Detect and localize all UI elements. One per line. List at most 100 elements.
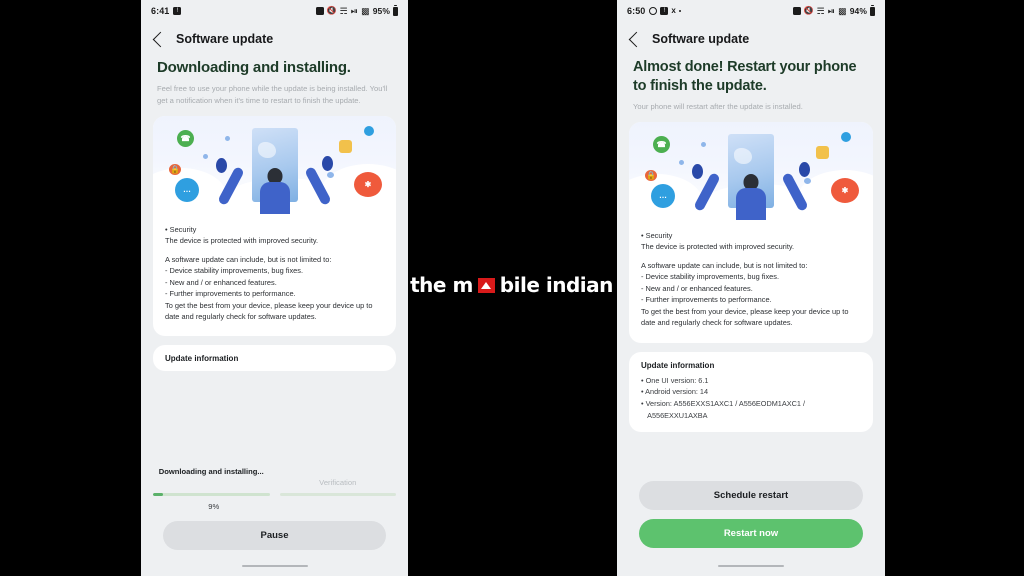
info-line-oneui: • One UI version: 6.1 [641, 375, 709, 385]
release-notes-card: ☎ 🔒 … ✱ • Security The device is protect… [629, 121, 873, 343]
progress-step-2-label: Verification [319, 478, 357, 487]
home-gesture-pill[interactable] [241, 564, 308, 568]
release-notes-card: ☎ 🔒 … ✱ • Security The device is protect… [153, 115, 396, 337]
settings-bubble-icon [364, 125, 374, 136]
notification-square-icon: ! [660, 7, 669, 15]
battery-percent: 94% [849, 6, 867, 16]
status-right-icons: 🔇 ☴ ⏯ ▩ 94% [792, 5, 875, 16]
notes-item: - New and / or enhanced features. [165, 277, 277, 287]
restart-now-button[interactable]: Restart now [639, 519, 863, 548]
gallery-icon [816, 145, 829, 159]
status-time: 6:41 [151, 6, 170, 16]
gallery-icon [339, 139, 352, 153]
progress-percent: 9% [208, 502, 220, 511]
pause-button[interactable]: Pause [163, 521, 386, 550]
notes-intro: A software update can include, but is no… [165, 254, 332, 264]
progress-section: Downloading and installing... Verificati… [141, 467, 408, 511]
battery-icon [870, 5, 875, 16]
action-buttons: Pause [141, 521, 408, 550]
notification-square-icon: ! [173, 7, 182, 15]
status-left-icons: ! [173, 7, 182, 15]
page-title: Almost done! Restart your phone to finis… [633, 59, 857, 94]
progress-bar-2 [279, 493, 396, 496]
release-notes-text: • Security The device is protected with … [629, 220, 873, 343]
hand-right-graphic [321, 155, 333, 171]
watermark: the m bile indian [409, 262, 614, 308]
notes-item: - Further improvements to performance. [165, 289, 296, 299]
progress-step-1-label: Downloading and installing... [158, 467, 264, 476]
mute-icon: 🔇 [803, 6, 814, 15]
chat-bubble-icon: … [175, 177, 199, 202]
hand-left-graphic [692, 163, 704, 179]
notes-outro: To get the best from your device, please… [641, 306, 849, 328]
asterisk-icon: ✱ [831, 177, 859, 203]
release-notes-text: • Security The device is protected with … [153, 214, 396, 337]
phone-call-icon: ☎ [653, 135, 670, 153]
security-text: The device is protected with improved se… [165, 236, 319, 246]
page-title: Downloading and installing. [157, 59, 351, 76]
hero-section: Almost done! Restart your phone to finis… [617, 52, 885, 113]
info-line-android: • Android version: 14 [641, 387, 709, 397]
dot-graphic [804, 177, 811, 184]
status-left-icons: ! x [649, 7, 682, 15]
app-bar-title: Software update [176, 32, 274, 46]
status-time: 6:50 [627, 6, 646, 16]
mute-icon: 🔇 [326, 6, 337, 15]
update-illustration: ☎ 🔒 … ✱ [153, 115, 396, 214]
battery-icon [393, 5, 398, 16]
progress-labels: Downloading and installing... Verificati… [153, 467, 396, 489]
person-body-graphic [259, 181, 290, 214]
status-bar: 6:41 ! 🔇 ☴ ⏯ ▩ 95% [141, 0, 408, 22]
settings-bubble-icon [841, 131, 851, 142]
notes-item: - New and / or enhanced features. [641, 283, 753, 293]
status-bar: 6:50 ! x 🔇 ☴ ⏯ ▩ 94% [617, 0, 885, 22]
progress-bar-1 [153, 493, 270, 496]
watermark-text-part1: the m [410, 273, 473, 297]
progress-bars [153, 493, 396, 496]
back-icon[interactable] [628, 31, 645, 47]
wifi-icon: ☴ [816, 5, 825, 16]
dot-graphic [225, 135, 230, 141]
info-line-version: • Version: A556EXXS1AXC1 / A556EODM1AXC1… [641, 398, 805, 420]
security-bullet: • Security [165, 224, 197, 234]
dot-graphic [327, 171, 334, 178]
whatsapp-icon [649, 7, 658, 15]
phone-screenshot-left: 6:41 ! 🔇 ☴ ⏯ ▩ 95% Software update Downl… [141, 0, 408, 576]
more-dot-icon [678, 9, 682, 13]
chat-bubble-icon: … [651, 183, 675, 208]
status-right-icons: 🔇 ☴ ⏯ ▩ 95% [315, 5, 398, 16]
notes-intro: A software update can include, but is no… [641, 260, 808, 270]
home-gesture-pill[interactable] [718, 564, 784, 568]
hand-left-graphic [216, 157, 228, 173]
nfc-icon: ⏯ [350, 5, 359, 16]
dot-graphic [679, 159, 684, 165]
update-information-title: Update information [165, 354, 239, 364]
lock-icon: 🔒 [645, 169, 657, 181]
asterisk-icon: ✱ [354, 171, 382, 197]
security-bullet: • Security [641, 230, 673, 240]
page-subtitle: Your phone will restart after the update… [633, 102, 803, 112]
screenshot-stage: 6:41 ! 🔇 ☴ ⏯ ▩ 95% Software update Downl… [0, 0, 1024, 576]
update-illustration: ☎ 🔒 … ✱ [629, 121, 873, 220]
notes-outro: To get the best from your device, please… [165, 300, 373, 321]
nfc-icon: ⏯ [827, 5, 836, 16]
battery-percent: 95% [372, 6, 390, 16]
person-body-graphic [736, 187, 766, 220]
update-information-list: • One UI version: 6.1 • Android version:… [641, 375, 861, 422]
back-icon[interactable] [152, 31, 169, 47]
signal-icon: ▩ [361, 5, 370, 16]
lock-icon: 🔒 [169, 163, 181, 175]
security-text: The device is protected with improved se… [641, 242, 795, 252]
dot-graphic [203, 153, 208, 159]
hero-section: Downloading and installing. Feel free to… [141, 52, 408, 107]
notes-item: - Device stability improvements, bug fix… [641, 272, 780, 282]
schedule-restart-button[interactable]: Schedule restart [639, 481, 863, 510]
phone-screenshot-right: 6:50 ! x 🔇 ☴ ⏯ ▩ 94% Software update Alm… [617, 0, 885, 576]
notes-item: - Device stability improvements, bug fix… [165, 266, 304, 276]
wifi-icon: ☴ [339, 5, 348, 16]
watermark-logo-mark [477, 277, 495, 293]
phone-call-icon: ☎ [177, 129, 194, 147]
page-subtitle: Feel free to use your phone while the up… [157, 84, 388, 105]
